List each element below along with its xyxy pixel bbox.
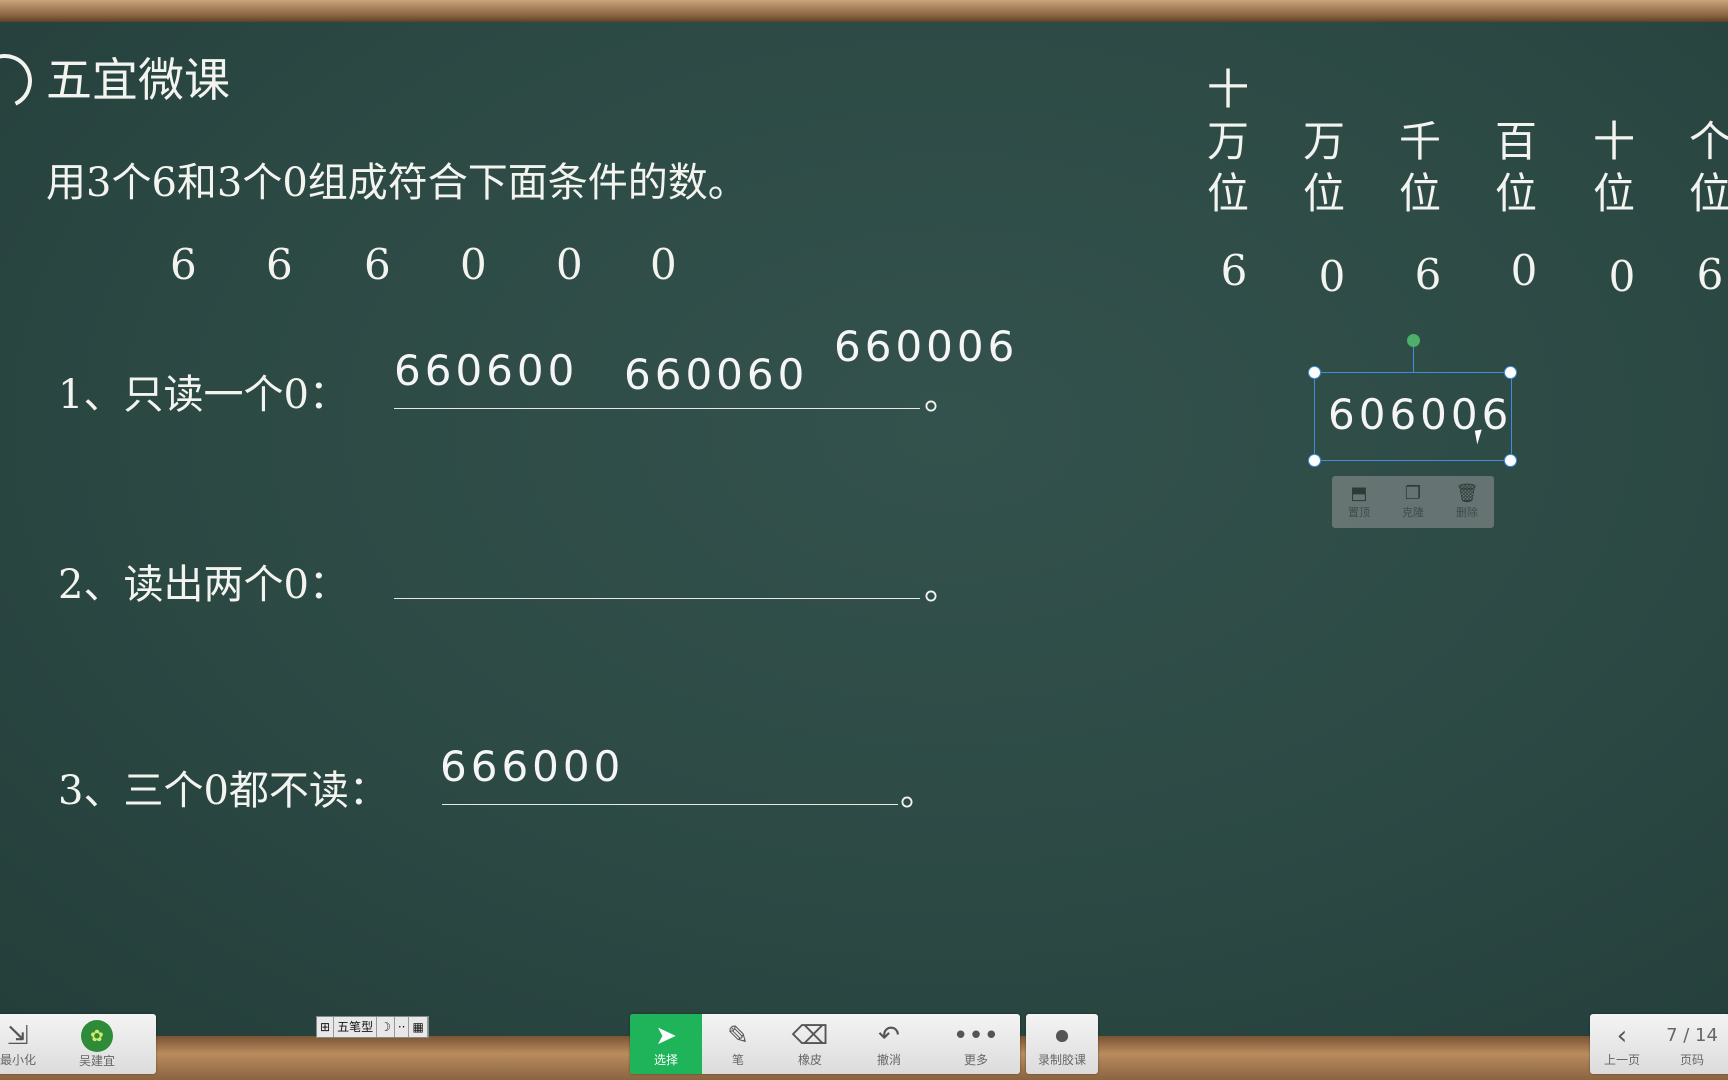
resize-handle-bottom-left[interactable] (1308, 454, 1321, 467)
undo-button[interactable]: ↶ 撤消 (846, 1014, 932, 1074)
column-label-tens: 十 位 (1592, 117, 1635, 218)
question-3-end: 。 (900, 773, 937, 814)
profile-button[interactable]: ✿ 吴建宜 (38, 1014, 156, 1074)
page-title: 五宜微课 (46, 53, 230, 107)
minimize-button[interactable]: ⇲ 最小化 (0, 1014, 38, 1074)
answer-line-1 (394, 408, 920, 409)
ime-punct-icon[interactable]: ·· (395, 1017, 410, 1037)
digit-card[interactable]: 0 (650, 240, 677, 289)
resize-handle-bottom-right[interactable] (1504, 454, 1517, 467)
place-digit[interactable]: 0 (1494, 246, 1554, 295)
eraser-tool-button[interactable]: ⌫ 橡皮 (774, 1014, 846, 1074)
problem-prompt: 用3个6和3个0组成符合下面条件的数。 (46, 160, 748, 206)
page-indicator[interactable]: 7 / 14 页码 (1654, 1014, 1728, 1074)
place-digit[interactable]: 6 (1680, 250, 1728, 299)
more-icon: ••• (952, 1020, 999, 1051)
digit-card[interactable]: 0 (460, 240, 487, 289)
pen-tool-button[interactable]: ✎ 笔 (702, 1014, 774, 1074)
bring-to-top-button[interactable]: ⬒ 置顶 (1332, 476, 1386, 528)
record-toolbar: ⏺ 录制胶课 (1026, 1014, 1098, 1074)
column-label-ones: 个 位 (1688, 117, 1728, 218)
place-digit[interactable]: 0 (1592, 252, 1652, 301)
q1-answer-2[interactable]: 660060 (624, 350, 808, 399)
digit-card[interactable]: 0 (556, 240, 583, 289)
ime-status-bar[interactable]: ⊞ 五笔型 ☽ ·· ▦ (316, 1016, 429, 1038)
clone-icon: ❐ (1404, 483, 1422, 504)
ime-keyboard-icon[interactable]: ▦ (409, 1017, 428, 1037)
rotate-handle-stem (1413, 347, 1414, 372)
main-toolbar: ➤ 选择 ✎ 笔 ⌫ 橡皮 ↶ 撤消 ••• 更多 (630, 1014, 1020, 1074)
place-digit[interactable]: 6 (1204, 246, 1264, 295)
clone-button[interactable]: ❐ 克隆 (1386, 476, 1440, 528)
column-label-hundreds: 百 位 (1494, 117, 1537, 218)
answer-line-3 (442, 804, 898, 805)
chevron-left-icon: ‹ (1616, 1020, 1628, 1051)
answer-line-2 (394, 598, 920, 599)
digit-card[interactable]: 6 (170, 240, 197, 289)
trash-icon: 🗑 (1455, 483, 1479, 504)
board-frame-top (0, 0, 1728, 22)
minimize-icon: ⇲ (7, 1020, 29, 1051)
q1-answer-3[interactable]: 660006 (834, 322, 1018, 371)
question-2-end: 。 (924, 567, 961, 608)
bring-to-top-icon: ⬒ (1350, 483, 1368, 504)
column-label-hundred-thousands: 十 万 位 (1206, 65, 1249, 218)
page-number: 7 / 14 (1666, 1024, 1718, 1046)
resize-handle-top-left[interactable] (1308, 366, 1321, 379)
left-toolbar: ⇲ 最小化 ✿ 吴建宜 (0, 1014, 156, 1074)
delete-button[interactable]: 🗑 删除 (1440, 476, 1494, 528)
pointer-icon: ➤ (655, 1020, 677, 1051)
undo-icon: ↶ (878, 1020, 900, 1051)
place-digit[interactable]: 6 (1398, 250, 1458, 299)
digit-card[interactable]: 6 (266, 240, 293, 289)
place-digit[interactable]: 0 (1302, 252, 1362, 301)
pager: ‹ 上一页 7 / 14 页码 (1590, 1014, 1728, 1074)
ime-mode[interactable]: 五笔型 (334, 1017, 378, 1037)
resize-handle-top-right[interactable] (1504, 366, 1517, 379)
column-label-ten-thousands: 万 位 (1302, 117, 1345, 218)
avatar-icon: ✿ (81, 1019, 113, 1052)
q3-answer-1[interactable]: 666000 (440, 742, 624, 791)
column-label-thousands: 千 位 (1398, 117, 1441, 218)
question-2-label: 2、读出两个0： (58, 562, 349, 608)
pen-icon: ✎ (727, 1020, 749, 1051)
digit-card[interactable]: 6 (364, 240, 391, 289)
ime-moon-icon[interactable]: ☽ (377, 1017, 395, 1037)
rotate-handle[interactable] (1407, 334, 1420, 347)
selection-context-toolbar: ⬒ 置顶 ❐ 克隆 🗑 删除 (1332, 476, 1494, 528)
eraser-icon: ⌫ (791, 1020, 829, 1051)
ime-logo-icon[interactable]: ⊞ (317, 1017, 335, 1037)
question-1-end: 。 (924, 377, 961, 418)
select-tool-button[interactable]: ➤ 选择 (630, 1014, 702, 1074)
question-3-label: 3、三个0都不读： (58, 768, 389, 814)
record-icon: ⏺ (1055, 1020, 1069, 1051)
question-1-label: 1、只读一个0： (58, 372, 349, 418)
record-button[interactable]: ⏺ 录制胶课 (1026, 1014, 1098, 1074)
selected-ink-number[interactable]: 606006 (1328, 390, 1512, 439)
more-button[interactable]: ••• 更多 (932, 1014, 1020, 1074)
prev-page-button[interactable]: ‹ 上一页 (1590, 1014, 1654, 1074)
q1-answer-1[interactable]: 660600 (394, 346, 578, 395)
